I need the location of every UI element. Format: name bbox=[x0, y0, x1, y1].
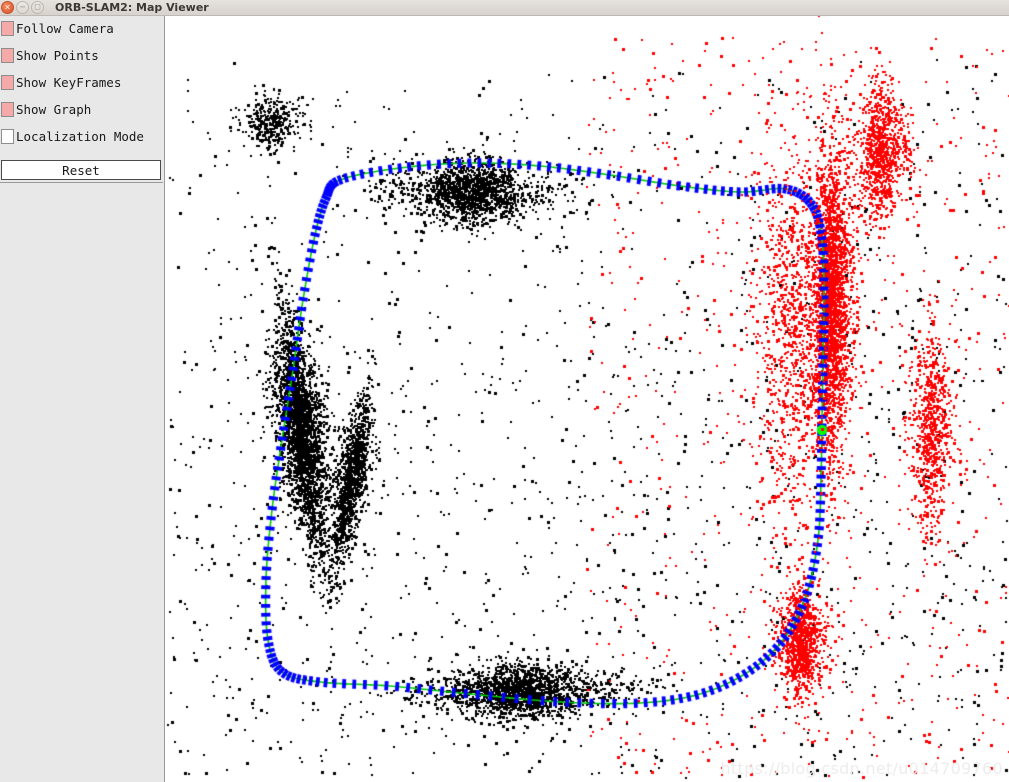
checkbox-row-show-points[interactable]: Show Points bbox=[0, 45, 163, 65]
panel-divider bbox=[0, 182, 163, 183]
checkbox-label: Show Points bbox=[16, 47, 99, 63]
checkbox-checked-icon[interactable] bbox=[1, 47, 14, 63]
window-controls: × − □ bbox=[1, 1, 44, 14]
minimize-glyph: − bbox=[19, 2, 26, 11]
window-titlebar: × − □ ORB-SLAM2: Map Viewer bbox=[0, 0, 1009, 16]
control-panel: Follow Camera Show Points Show KeyFrames Sh… bbox=[0, 16, 165, 782]
checkbox-row-localization-mode[interactable]: Localization Mode bbox=[0, 126, 163, 146]
checkbox-label: Localization Mode bbox=[16, 128, 144, 144]
checkbox-checked-icon[interactable] bbox=[1, 20, 14, 36]
checkbox-row-follow-camera[interactable]: Follow Camera bbox=[0, 18, 163, 38]
maximize-icon[interactable]: □ bbox=[31, 1, 44, 14]
checkbox-label: Follow Camera bbox=[16, 20, 114, 36]
map-viewport[interactable]: https://blog.csdn.net/u014709760 bbox=[166, 16, 1009, 782]
window-title: ORB-SLAM2: Map Viewer bbox=[55, 1, 209, 14]
checkbox-checked-icon[interactable] bbox=[1, 74, 14, 90]
checkbox-label: Show Graph bbox=[16, 101, 92, 117]
checkbox-unchecked-icon[interactable] bbox=[1, 128, 14, 144]
checkbox-row-show-graph[interactable]: Show Graph bbox=[0, 99, 163, 119]
map-render-canvas[interactable] bbox=[166, 16, 1009, 782]
checkbox-label: Show KeyFrames bbox=[16, 74, 122, 90]
orb-slam2-map-viewer-window: × − □ ORB-SLAM2: Map Viewer Follow Camer… bbox=[0, 0, 1009, 782]
maximize-glyph: □ bbox=[34, 2, 41, 11]
checkbox-row-show-keyframes[interactable]: Show KeyFrames bbox=[0, 72, 163, 92]
close-icon[interactable]: × bbox=[1, 1, 14, 14]
reset-button[interactable]: Reset bbox=[1, 160, 161, 180]
minimize-icon[interactable]: − bbox=[16, 1, 29, 14]
close-glyph: × bbox=[4, 2, 11, 11]
checkbox-checked-icon[interactable] bbox=[1, 101, 14, 117]
